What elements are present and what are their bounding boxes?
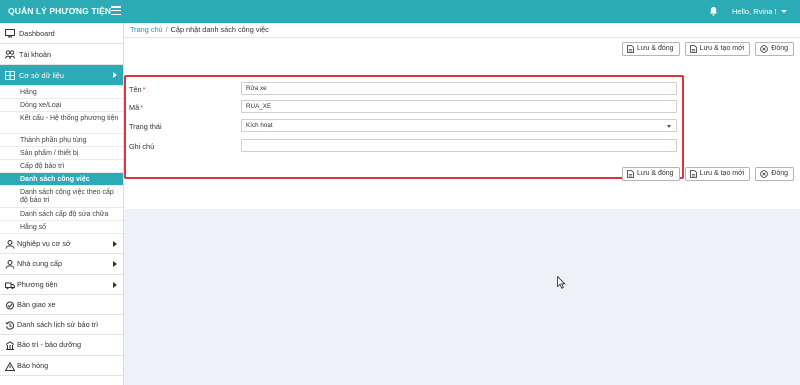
handover-icon <box>6 301 14 310</box>
subitem-spare-parts[interactable]: Thành phần phụ tùng <box>0 134 123 147</box>
save-new-button[interactable]: Lưu & tạo mới <box>684 42 751 56</box>
sidebar-item-suppliers[interactable]: Nhà cung cấp <box>0 254 123 275</box>
sidebar-item-maintenance[interactable]: Bảo trì - bảo dưỡng <box>0 335 123 356</box>
user-icon <box>5 240 15 249</box>
subitem-task-list-by-level[interactable]: Danh sách công việc theo cấp độ bảo trì <box>0 186 123 208</box>
close-button[interactable]: Đóng <box>755 167 794 181</box>
menu-toggle-icon[interactable] <box>111 6 121 16</box>
users-icon <box>5 50 15 59</box>
sidebar-item-base-operations[interactable]: Nghiệp vụ cơ sở <box>0 234 123 255</box>
chevron-down-icon <box>780 10 787 13</box>
task-form: Tên* Rửa xe Mã* RUA_XE Trạng thái Kích h… <box>124 75 684 179</box>
sidebar-item-damage-report[interactable]: Báo hỏng <box>0 356 123 377</box>
sidebar-item-dashboard[interactable]: Dashboard <box>0 23 123 44</box>
save-close-button[interactable]: Lưu & đóng <box>621 42 680 56</box>
user-menu[interactable]: Hello, Rvina ! <box>732 0 787 23</box>
status-select[interactable]: Kích hoạt <box>241 119 677 132</box>
building-icon <box>5 341 15 351</box>
database-icon <box>5 71 15 80</box>
code-label: Mã* <box>129 103 143 112</box>
save-new-button[interactable]: Lưu & tạo mới <box>684 167 751 181</box>
top-header: QUẢN LÝ PHƯƠNG TIỆN Hello, Rvina ! <box>0 0 800 23</box>
database-submenu: Hãng Dòng xe/Loại Kết cấu - Hệ thống phư… <box>0 86 123 234</box>
breadcrumb-separator: / <box>165 25 168 34</box>
breadcrumb-home-link[interactable]: Trang chủ <box>130 25 163 34</box>
app-title: QUẢN LÝ PHƯƠNG TIỆN <box>8 6 112 16</box>
truck-icon <box>5 282 15 289</box>
subitem-brand[interactable]: Hãng <box>0 86 123 99</box>
status-select-value: Kích hoạt <box>246 122 273 129</box>
subitem-repair-levels[interactable]: Danh sách cấp độ sửa chữa <box>0 208 123 221</box>
history-icon <box>5 321 15 330</box>
chevron-right-icon <box>113 241 117 247</box>
user-greeting: Hello, Rvina ! <box>732 7 777 16</box>
bell-icon[interactable] <box>709 6 718 16</box>
sidebar-item-vehicles[interactable]: Phương tiện <box>0 275 123 295</box>
mouse-pointer-icon <box>557 276 566 289</box>
subitem-task-list[interactable]: Danh sách công việc <box>0 173 123 186</box>
subitem-vehicle-line[interactable]: Dòng xe/Loại <box>0 99 123 112</box>
bottom-toolbar: Lưu & đóng Lưu & tạo mới Đóng <box>621 167 794 181</box>
close-circle-icon <box>760 170 769 178</box>
document-icon <box>627 170 634 178</box>
chevron-down-icon <box>667 125 671 128</box>
form-row-code: Mã* RUA_XE <box>126 100 682 114</box>
document-icon <box>689 45 697 53</box>
sidebar-item-database[interactable]: Cơ sở dữ liệu <box>0 65 123 86</box>
subitem-maintenance-level[interactable]: Cấp độ bảo trì <box>0 160 123 173</box>
sidebar-item-vehicle-handover[interactable]: Bàn giao xe <box>0 295 123 316</box>
chevron-right-icon <box>113 281 117 288</box>
document-icon <box>627 45 634 53</box>
save-close-button[interactable]: Lưu & đóng <box>621 167 680 181</box>
user-icon <box>5 260 15 270</box>
form-row-name: Tên* Rửa xe <box>126 82 682 96</box>
note-input[interactable] <box>241 139 677 152</box>
breadcrumb-current: Cập nhật danh sách công việc <box>170 25 269 34</box>
close-circle-icon <box>760 45 769 53</box>
sidebar: Dashboard Tài khoản Cơ sở dữ liệu Hãng D… <box>0 23 124 385</box>
subitem-products[interactable]: Sản phẩm / thiết bị <box>0 147 123 160</box>
monitor-icon <box>5 29 15 38</box>
close-button[interactable]: Đóng <box>755 42 794 56</box>
sidebar-item-maintenance-history[interactable]: Danh sách lịch sử bảo trì <box>0 315 123 336</box>
form-panel: Lưu & đóng Lưu & tạo mới Đóng Tên* Rửa x… <box>124 38 800 209</box>
chevron-right-icon <box>113 72 117 78</box>
status-label: Trạng thái <box>129 122 162 131</box>
required-mark: * <box>140 103 143 112</box>
note-label: Ghi chú <box>129 142 155 151</box>
sidebar-item-accounts[interactable]: Tài khoản <box>0 44 123 65</box>
form-row-note: Ghi chú <box>126 139 682 153</box>
main-content: Trang chủ / Cập nhật danh sách công việc L… <box>124 23 800 385</box>
breadcrumb: Trang chủ / Cập nhật danh sách công việc <box>124 23 800 38</box>
chevron-right-icon <box>113 261 117 268</box>
form-row-status: Trạng thái Kích hoạt <box>126 119 682 133</box>
alert-icon <box>5 361 15 371</box>
top-toolbar: Lưu & đóng Lưu & tạo mới Đóng <box>621 42 794 56</box>
document-icon <box>689 170 697 178</box>
name-label: Tên* <box>129 85 146 94</box>
code-input[interactable]: RUA_XE <box>241 100 677 113</box>
subitem-vehicle-structure[interactable]: Kết cấu - Hệ thống phương tiện <box>0 112 123 134</box>
subitem-constants[interactable]: Hằng số <box>0 221 123 234</box>
required-mark: * <box>142 85 146 94</box>
name-input[interactable]: Rửa xe <box>241 82 677 95</box>
